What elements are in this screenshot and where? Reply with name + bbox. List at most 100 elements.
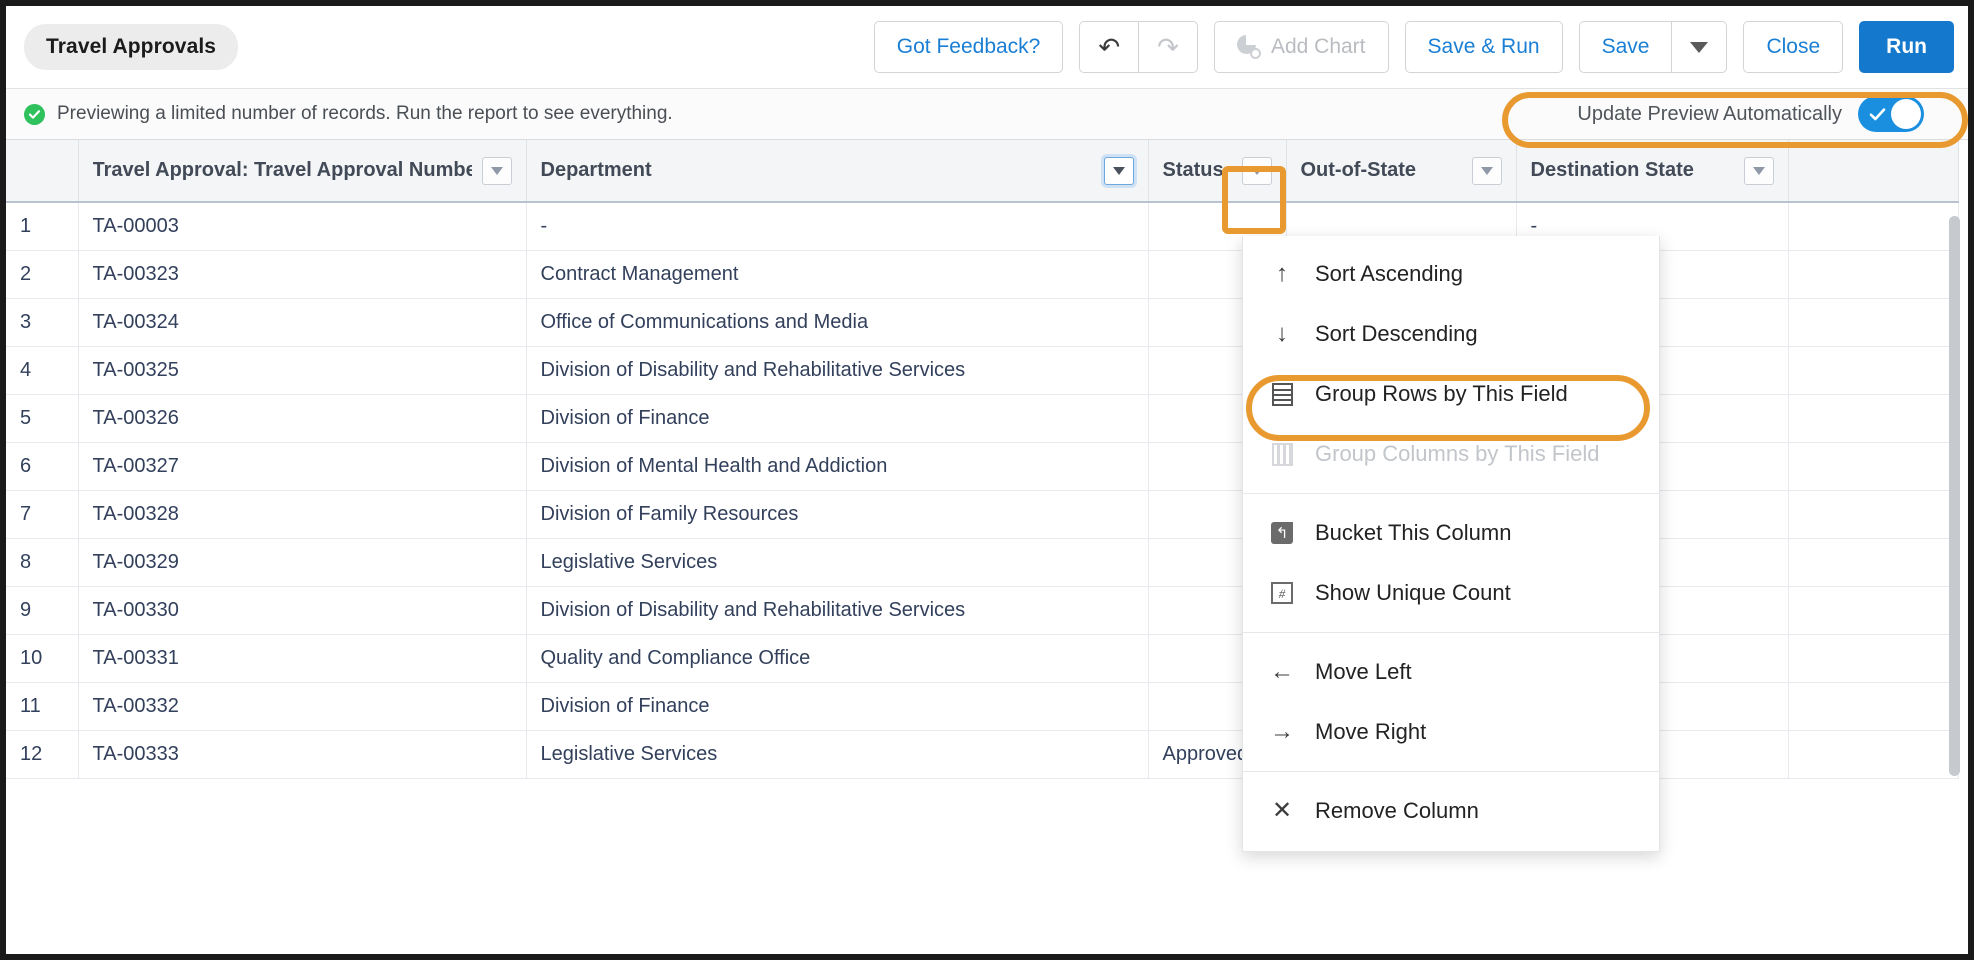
menu-item-label: Group Rows by This Field bbox=[1315, 381, 1568, 407]
column-menu-button-destination-state[interactable] bbox=[1744, 157, 1774, 185]
department-cell[interactable]: Division of Disability and Rehabilitativ… bbox=[526, 346, 1148, 394]
menu-item-label: Sort Ascending bbox=[1315, 261, 1463, 287]
menu-item-sort-ascending[interactable]: ↑ Sort Ascending bbox=[1243, 244, 1659, 304]
row-number-cell: 9 bbox=[6, 586, 78, 634]
menu-item-move-left[interactable]: ←Move Left bbox=[1243, 642, 1659, 702]
row-number-cell: 8 bbox=[6, 538, 78, 586]
column-header-status[interactable]: Status bbox=[1148, 140, 1286, 202]
window-content: Travel Approvals Got Feedback? ↶ ↷ Add C… bbox=[6, 6, 1968, 954]
department-cell[interactable]: Legislative Services bbox=[526, 538, 1148, 586]
menu-item-move-right[interactable]: →Move Right bbox=[1243, 702, 1659, 762]
travel-approval-number-cell[interactable]: TA-00325 bbox=[78, 346, 526, 394]
column-header-label: Out-of-State bbox=[1301, 159, 1417, 182]
column-menu-button-travel-approval-number[interactable] bbox=[482, 157, 512, 185]
save-button[interactable]: Save bbox=[1580, 22, 1672, 72]
check-circle-icon bbox=[24, 104, 45, 125]
menu-separator bbox=[1243, 771, 1659, 772]
travel-approval-number-cell[interactable]: TA-00327 bbox=[78, 442, 526, 490]
menu-item-show-unique-count[interactable]: #Show Unique Count bbox=[1243, 563, 1659, 623]
save-dropdown-button[interactable] bbox=[1671, 22, 1726, 72]
table-row[interactable]: 12TA-00333Legislative ServicesApprovedCA bbox=[6, 730, 1958, 778]
department-cell[interactable]: Division of Finance bbox=[526, 682, 1148, 730]
column-header-department[interactable]: Department bbox=[526, 140, 1148, 202]
menu-item-sort-descending[interactable]: ↓ Sort Descending bbox=[1243, 304, 1659, 364]
row-number-cell: 4 bbox=[6, 346, 78, 394]
undo-button[interactable]: ↶ bbox=[1080, 22, 1138, 72]
travel-approval-number-cell[interactable]: TA-00333 bbox=[78, 730, 526, 778]
add-chart-label: Add Chart bbox=[1271, 35, 1366, 59]
department-cell[interactable]: Division of Mental Health and Addiction bbox=[526, 442, 1148, 490]
table-row[interactable]: 11TA-00332Division of FinanceGA bbox=[6, 682, 1958, 730]
table-row[interactable]: 3TA-00324Office of Communications and Me… bbox=[6, 298, 1958, 346]
row-number-cell: 2 bbox=[6, 250, 78, 298]
redo-button[interactable]: ↷ bbox=[1138, 22, 1197, 72]
table-row[interactable]: 8TA-00329Legislative ServicesFL bbox=[6, 538, 1958, 586]
column-header-destination-state[interactable]: Destination State bbox=[1516, 140, 1788, 202]
add-chart-button[interactable]: Add Chart bbox=[1214, 21, 1389, 73]
filler-cell bbox=[1788, 394, 1958, 442]
department-cell[interactable]: Quality and Compliance Office bbox=[526, 634, 1148, 682]
department-cell[interactable]: Division of Finance bbox=[526, 394, 1148, 442]
table-row[interactable]: 6TA-00327Division of Mental Health and A… bbox=[6, 442, 1958, 490]
department-cell[interactable]: Division of Family Resources bbox=[526, 490, 1148, 538]
department-cell[interactable]: Office of Communications and Media bbox=[526, 298, 1148, 346]
preview-table: Travel Approval: Travel Approval Number … bbox=[6, 140, 1959, 779]
toggle-knob bbox=[1891, 99, 1921, 129]
column-header-label: Status bbox=[1163, 159, 1224, 182]
table-row[interactable]: 1TA-00003-- bbox=[6, 202, 1958, 250]
department-cell[interactable]: Division of Disability and Rehabilitativ… bbox=[526, 586, 1148, 634]
undo-icon: ↶ bbox=[1098, 34, 1120, 60]
menu-separator bbox=[1243, 493, 1659, 494]
travel-approval-number-cell[interactable]: TA-00003 bbox=[78, 202, 526, 250]
table-row[interactable]: 7TA-00328Division of Family ResourcesCA bbox=[6, 490, 1958, 538]
menu-item-remove-column[interactable]: ✕Remove Column bbox=[1243, 781, 1659, 841]
department-cell[interactable]: - bbox=[526, 202, 1148, 250]
bucket-icon: ↰ bbox=[1269, 520, 1295, 546]
department-cell[interactable]: Legislative Services bbox=[526, 730, 1148, 778]
report-builder-window: Travel Approvals Got Feedback? ↶ ↷ Add C… bbox=[0, 0, 1974, 960]
table-row[interactable]: 5TA-00326Division of FinanceTX bbox=[6, 394, 1958, 442]
save-and-run-button[interactable]: Save & Run bbox=[1405, 21, 1563, 73]
report-tab[interactable]: Travel Approvals bbox=[24, 24, 238, 70]
travel-approval-number-cell[interactable]: TA-00332 bbox=[78, 682, 526, 730]
table-row[interactable]: 4TA-00325Division of Disability and Reha… bbox=[6, 346, 1958, 394]
column-header-travel-approval-number[interactable]: Travel Approval: Travel Approval Number bbox=[78, 140, 526, 202]
menu-item-label: Group Columns by This Field bbox=[1315, 441, 1600, 467]
redo-icon: ↷ bbox=[1157, 34, 1179, 60]
group-columns-icon bbox=[1269, 441, 1295, 467]
table-row[interactable]: 2TA-00323Contract ManagementGA bbox=[6, 250, 1958, 298]
travel-approval-number-cell[interactable]: TA-00330 bbox=[78, 586, 526, 634]
close-x-icon: ✕ bbox=[1269, 798, 1295, 824]
vertical-scrollbar[interactable] bbox=[1949, 216, 1960, 776]
column-header-label: Travel Approval: Travel Approval Number bbox=[93, 159, 472, 182]
got-feedback-button[interactable]: Got Feedback? bbox=[874, 21, 1064, 73]
update-preview-toggle[interactable] bbox=[1858, 96, 1924, 132]
table-row[interactable]: 9TA-00330Division of Disability and Reha… bbox=[6, 586, 1958, 634]
menu-item-bucket-this-column[interactable]: ↰Bucket This Column bbox=[1243, 503, 1659, 563]
arrow-up-icon: ↑ bbox=[1269, 261, 1295, 287]
department-cell[interactable]: Contract Management bbox=[526, 250, 1148, 298]
run-button[interactable]: Run bbox=[1859, 21, 1954, 73]
column-menu-button-department[interactable] bbox=[1104, 157, 1134, 185]
travel-approval-number-cell[interactable]: TA-00326 bbox=[78, 394, 526, 442]
group-rows-icon bbox=[1269, 381, 1295, 407]
column-menu-button-status[interactable] bbox=[1242, 157, 1272, 185]
travel-approval-number-cell[interactable]: TA-00324 bbox=[78, 298, 526, 346]
menu-item-label: Sort Descending bbox=[1315, 321, 1478, 347]
column-menu-button-out-of-state[interactable] bbox=[1472, 157, 1502, 185]
check-icon bbox=[1868, 105, 1887, 129]
travel-approval-number-cell[interactable]: TA-00323 bbox=[78, 250, 526, 298]
travel-approval-number-cell[interactable]: TA-00331 bbox=[78, 634, 526, 682]
filler-cell bbox=[1788, 490, 1958, 538]
filler-cell bbox=[1788, 202, 1958, 250]
toolbar: Travel Approvals Got Feedback? ↶ ↷ Add C… bbox=[6, 6, 1968, 88]
menu-item-group-rows-by-this-field[interactable]: Group Rows by This Field bbox=[1243, 364, 1659, 424]
close-button[interactable]: Close bbox=[1743, 21, 1843, 73]
travel-approval-number-cell[interactable]: TA-00329 bbox=[78, 538, 526, 586]
menu-item-label: Move Right bbox=[1315, 719, 1426, 745]
table-row[interactable]: 10TA-00331Quality and Compliance OfficeG… bbox=[6, 634, 1958, 682]
arrow-down-icon: ↓ bbox=[1269, 321, 1295, 347]
travel-approval-number-cell[interactable]: TA-00328 bbox=[78, 490, 526, 538]
hash-icon: # bbox=[1269, 580, 1295, 606]
column-header-out-of-state[interactable]: Out-of-State bbox=[1286, 140, 1516, 202]
